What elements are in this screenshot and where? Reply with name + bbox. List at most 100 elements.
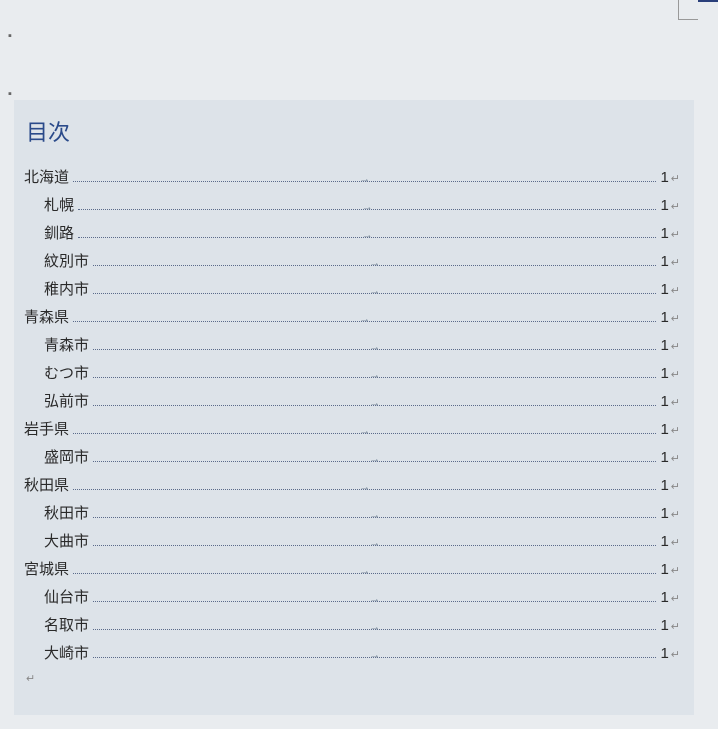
toc-entry[interactable]: むつ市→1↵ [24, 363, 680, 384]
toc-leader-dots: → [93, 461, 656, 462]
page-margin-edge [698, 0, 718, 2]
tab-arrow-icon: → [369, 452, 380, 467]
toc-entry[interactable]: 釧路→1↵ [24, 223, 680, 244]
tab-arrow-icon: → [359, 172, 370, 187]
tab-arrow-icon: → [369, 536, 380, 551]
toc-page-number: 1 [660, 223, 668, 244]
toc-leader-dots: → [93, 349, 656, 350]
toc-page-number: 1 [660, 559, 668, 580]
toc-entry[interactable]: 弘前市→1↵ [24, 391, 680, 412]
toc-leader-dots: → [73, 181, 656, 182]
return-mark-icon: ↵ [671, 312, 680, 327]
tab-arrow-icon: → [369, 508, 380, 523]
toc-entry-label: 青森市 [44, 335, 89, 356]
tab-arrow-icon: → [369, 648, 380, 663]
tab-arrow-icon: → [359, 480, 370, 495]
return-mark-icon: ↵ [671, 396, 680, 411]
tab-arrow-icon: → [369, 368, 380, 383]
return-mark-icon: ↵ [671, 284, 680, 299]
toc-page-number: 1 [660, 503, 668, 524]
toc-entry-label: 秋田県 [24, 475, 69, 496]
toc-page-number: 1 [660, 167, 668, 188]
toc-leader-dots: → [93, 657, 656, 658]
tab-arrow-icon: → [359, 564, 370, 579]
return-mark-icon: ↵ [671, 480, 680, 495]
toc-entry[interactable]: 秋田市→1↵ [24, 503, 680, 524]
toc-leader-dots: → [93, 517, 656, 518]
toc-title: 目次 [26, 115, 680, 147]
return-mark-icon: ↵ [671, 200, 680, 215]
toc-entry-label: 北海道 [24, 167, 69, 188]
toc-page-number: 1 [660, 195, 668, 216]
toc-entry[interactable]: 青森市→1↵ [24, 335, 680, 356]
tab-arrow-icon: → [369, 340, 380, 355]
tab-arrow-icon: → [369, 592, 380, 607]
paragraph-mark-icon: ▪ [8, 88, 12, 100]
return-mark-icon: ↵ [671, 592, 680, 607]
toc-entry[interactable]: 岩手県 → 1↵ [24, 419, 680, 440]
toc-page-number: 1 [660, 587, 668, 608]
toc-leader-dots: → [73, 489, 656, 490]
tab-arrow-icon: → [359, 312, 370, 327]
toc-leader-dots: → [93, 405, 656, 406]
table-of-contents: 目次 北海道→1↵札幌→1↵釧路→1↵紋別市→1↵稚内市→1↵青森県→1↵青森市… [14, 100, 694, 715]
return-mark-icon: ↵ [671, 424, 680, 439]
return-mark-icon: ↵ [671, 648, 680, 663]
toc-entry[interactable]: 名取市→1↵ [24, 615, 680, 636]
toc-entry-label: 大曲市 [44, 531, 89, 552]
toc-page-number: 1 [660, 335, 668, 356]
tab-arrow-icon: → [369, 284, 380, 299]
tab-arrow-icon: → [362, 200, 373, 215]
toc-page-number: 1 [660, 643, 668, 664]
toc-page-number: 1 [660, 447, 668, 468]
return-mark-icon: ↵ [671, 508, 680, 523]
toc-page-number: 1 [660, 279, 668, 300]
toc-leader-dots: → [73, 433, 656, 434]
toc-entry[interactable]: 大曲市 → 1↵ [24, 531, 680, 552]
tab-arrow-icon: → [369, 620, 380, 635]
toc-entry[interactable]: 大崎市→1↵ [24, 643, 680, 664]
toc-leader-dots: → [93, 293, 656, 294]
toc-leader-dots: → [93, 629, 656, 630]
toc-entry-label: 釧路 [44, 223, 74, 244]
toc-entry[interactable]: 盛岡市 → 1↵ [24, 447, 680, 468]
toc-leader-dots: → [93, 601, 656, 602]
toc-entry[interactable]: 北海道→1↵ [24, 167, 680, 188]
return-mark-icon: ↵ [671, 256, 680, 271]
toc-entry-label: 岩手県 [24, 419, 69, 440]
toc-leader-dots: → [93, 545, 656, 546]
toc-entry[interactable]: 秋田県 → 1↵ [24, 475, 680, 496]
paragraph-mark-icon: ▪ [8, 30, 12, 42]
toc-page-number: 1 [660, 531, 668, 552]
toc-page-number: 1 [660, 363, 668, 384]
toc-entry-label: 仙台市 [44, 587, 89, 608]
toc-entry[interactable]: 紋別市→1↵ [24, 251, 680, 272]
toc-page-number: 1 [660, 475, 668, 496]
tab-arrow-icon: → [359, 424, 370, 439]
toc-entry[interactable]: 稚内市→1↵ [24, 279, 680, 300]
toc-entry[interactable]: 札幌→1↵ [24, 195, 680, 216]
toc-leader-dots: → [78, 237, 656, 238]
paragraph-end-mark: ↵ [26, 672, 680, 685]
toc-entry-label: 弘前市 [44, 391, 89, 412]
toc-entry-label: 宮城県 [24, 559, 69, 580]
toc-leader-dots: → [93, 265, 656, 266]
toc-entry-label: 盛岡市 [44, 447, 89, 468]
toc-entries-list: 北海道→1↵札幌→1↵釧路→1↵紋別市→1↵稚内市→1↵青森県→1↵青森市→1↵… [24, 167, 680, 664]
return-mark-icon: ↵ [671, 368, 680, 383]
return-mark-icon: ↵ [671, 564, 680, 579]
toc-entry[interactable]: 宮城県 → 1↵ [24, 559, 680, 580]
toc-page-number: 1 [660, 419, 668, 440]
toc-entry[interactable]: 仙台市 → 1↵ [24, 587, 680, 608]
toc-entry-label: 名取市 [44, 615, 89, 636]
page-margin-corner [678, 0, 698, 20]
toc-page-number: 1 [660, 615, 668, 636]
toc-leader-dots: → [73, 321, 656, 322]
return-mark-icon: ↵ [671, 536, 680, 551]
return-mark-icon: ↵ [671, 452, 680, 467]
tab-arrow-icon: → [369, 256, 380, 271]
toc-leader-dots: → [73, 573, 656, 574]
toc-entry[interactable]: 青森県→1↵ [24, 307, 680, 328]
toc-entry-label: 紋別市 [44, 251, 89, 272]
tab-arrow-icon: → [362, 228, 373, 243]
